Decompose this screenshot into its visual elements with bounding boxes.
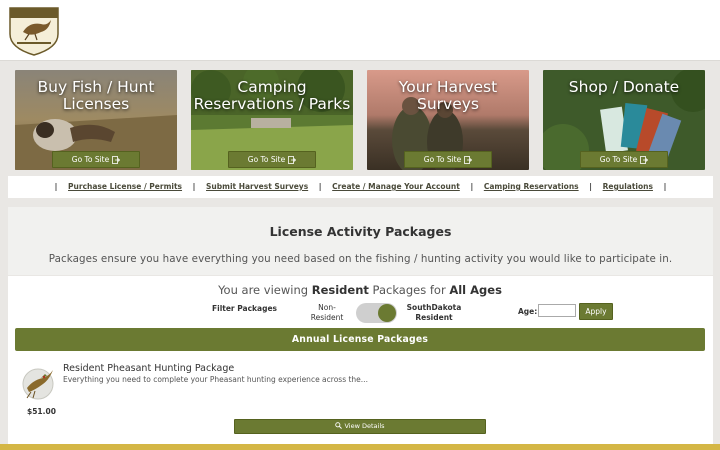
view-details-label: View Details: [344, 422, 385, 430]
tile-title: Buy Fish / Hunt Licenses: [37, 78, 155, 113]
button-label: Go To Site: [247, 155, 286, 164]
tile-camping-parks[interactable]: Camping Reservations / Parks Go To Site: [191, 70, 353, 170]
button-label: Go To Site: [71, 155, 110, 164]
footer-bar: [0, 444, 720, 450]
viewing-middle: Packages for: [372, 283, 446, 297]
quick-links-bar: | Purchase License / Permits | Submit Ha…: [8, 176, 713, 198]
view-details-button[interactable]: View Details: [234, 419, 486, 434]
package-title[interactable]: Resident Pheasant Hunting Package: [63, 363, 234, 374]
package-price: $51.00: [27, 407, 56, 416]
viewing-residency: Resident: [311, 283, 369, 297]
tile-title: Camping Reservations / Parks: [193, 78, 351, 113]
pheasant-icon: [22, 368, 54, 400]
link-submit-harvest-surveys[interactable]: Submit Harvest Surveys: [206, 182, 308, 191]
separator: |: [192, 182, 196, 191]
go-to-site-button[interactable]: Go To Site: [404, 151, 492, 168]
age-input[interactable]: [538, 304, 576, 317]
separator: |: [318, 182, 322, 191]
package-description: Everything you need to complete your Phe…: [63, 375, 368, 384]
external-link-icon: [288, 156, 297, 164]
external-link-icon: [464, 156, 473, 164]
external-link-icon: [112, 156, 121, 164]
link-regulations[interactable]: Regulations: [603, 182, 653, 191]
separator: |: [663, 182, 667, 191]
link-camping-reservations[interactable]: Camping Reservations: [484, 182, 579, 191]
separator: |: [54, 182, 58, 191]
link-purchase-license[interactable]: Purchase License / Permits: [68, 182, 182, 191]
separator: |: [470, 182, 474, 191]
packages-intro: License Activity Packages Packages ensur…: [8, 207, 713, 275]
gfp-logo-icon[interactable]: [7, 4, 61, 56]
annual-packages-header[interactable]: Annual License Packages: [15, 328, 705, 351]
quick-links: | Purchase License / Permits | Submit Ha…: [8, 176, 713, 198]
button-label: Go To Site: [599, 155, 638, 164]
external-link-icon: [640, 156, 649, 164]
page-subtitle: Packages ensure you have everything you …: [48, 253, 673, 265]
tile-harvest-surveys[interactable]: Your Harvest Surveys Go To Site: [367, 70, 529, 170]
tile-shop-donate[interactable]: Shop / Donate Go To Site: [543, 70, 705, 170]
tile-title: Shop / Donate: [568, 78, 680, 96]
page-title: License Activity Packages: [269, 224, 452, 239]
go-to-site-button[interactable]: Go To Site: [52, 151, 140, 168]
viewing-prefix: You are viewing: [218, 283, 309, 297]
site-header: [0, 0, 720, 61]
apply-button[interactable]: Apply: [579, 303, 613, 320]
non-resident-label[interactable]: Non-Resident: [306, 303, 348, 323]
link-manage-account[interactable]: Create / Manage Your Account: [332, 182, 460, 191]
separator: |: [589, 182, 592, 191]
sd-resident-label[interactable]: SouthDakota Resident: [402, 303, 466, 323]
viewing-summary: You are viewing Resident Packages for Al…: [0, 283, 720, 297]
residency-toggle[interactable]: [356, 303, 397, 323]
tile-title: Your Harvest Surveys: [398, 78, 498, 113]
toggle-knob[interactable]: [378, 304, 396, 322]
age-label: Age:: [518, 307, 538, 316]
go-to-site-button[interactable]: Go To Site: [228, 151, 316, 168]
tile-buy-licenses[interactable]: Buy Fish / Hunt Licenses Go To Site: [15, 70, 177, 170]
button-label: Go To Site: [423, 155, 462, 164]
filter-label: Filter Packages: [212, 304, 278, 313]
go-to-site-button[interactable]: Go To Site: [580, 151, 668, 168]
search-icon: [335, 422, 343, 429]
viewing-ages: All Ages: [449, 283, 502, 297]
